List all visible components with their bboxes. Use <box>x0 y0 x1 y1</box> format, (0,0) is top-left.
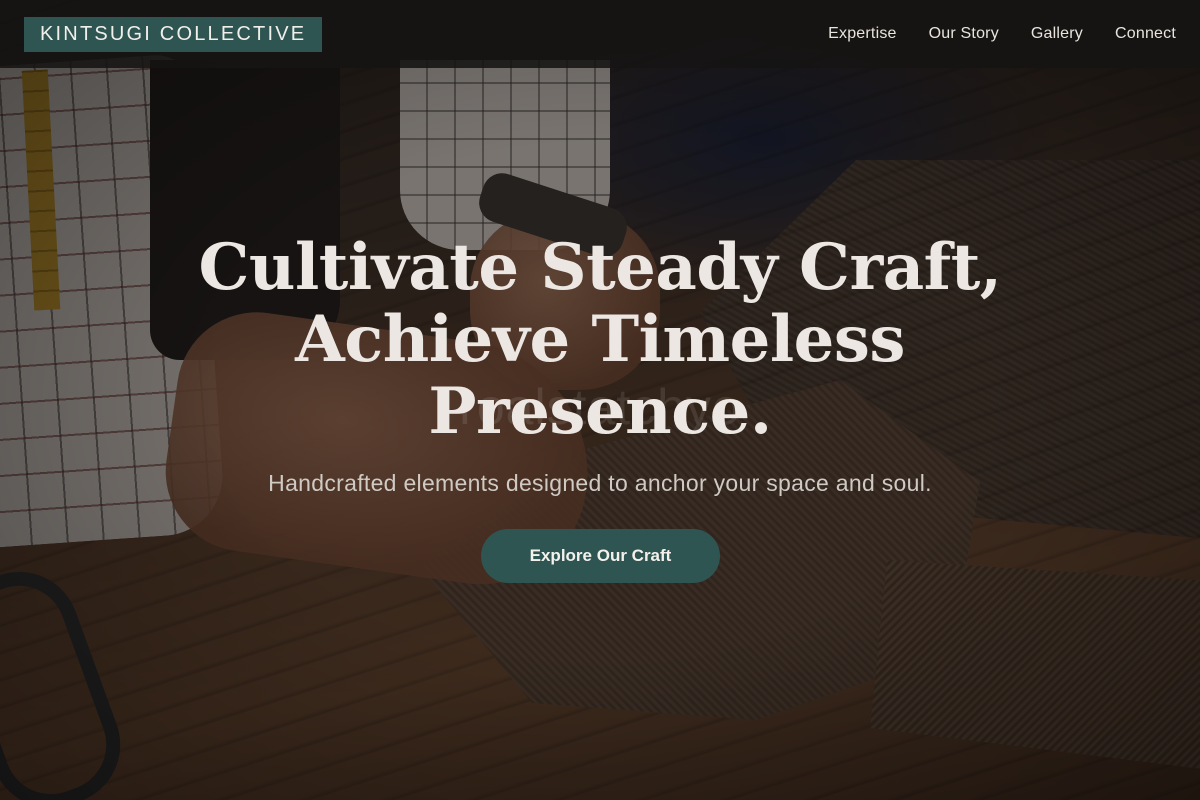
site-header: KINTSUGI COLLECTIVE Expertise Our Story … <box>0 0 1200 68</box>
hero-headline: Cultivate Steady Craft, Achieve Timeless… <box>150 232 1050 448</box>
landing-page: KINTSUGI COLLECTIVE Expertise Our Story … <box>0 0 1200 800</box>
nav-link-our-story[interactable]: Our Story <box>929 25 999 43</box>
hero-subheadline: Handcrafted elements designed to anchor … <box>268 470 932 496</box>
nav-link-gallery[interactable]: Gallery <box>1031 25 1083 43</box>
hero-headline-line-2: Achieve Timeless <box>295 302 905 377</box>
main-nav: Expertise Our Story Gallery Connect <box>828 25 1176 43</box>
nav-link-connect[interactable]: Connect <box>1115 25 1176 43</box>
hero-headline-line-1: Cultivate Steady Craft, <box>198 230 1002 305</box>
explore-craft-button[interactable]: Explore Our Craft <box>481 529 720 583</box>
hero-section: roalstatchyo Cultivate Steady Craft, Ach… <box>0 0 1200 800</box>
brand-logo[interactable]: KINTSUGI COLLECTIVE <box>24 16 323 52</box>
hero-headline-line-3: Presence. <box>428 374 772 449</box>
nav-link-expertise[interactable]: Expertise <box>828 25 897 43</box>
